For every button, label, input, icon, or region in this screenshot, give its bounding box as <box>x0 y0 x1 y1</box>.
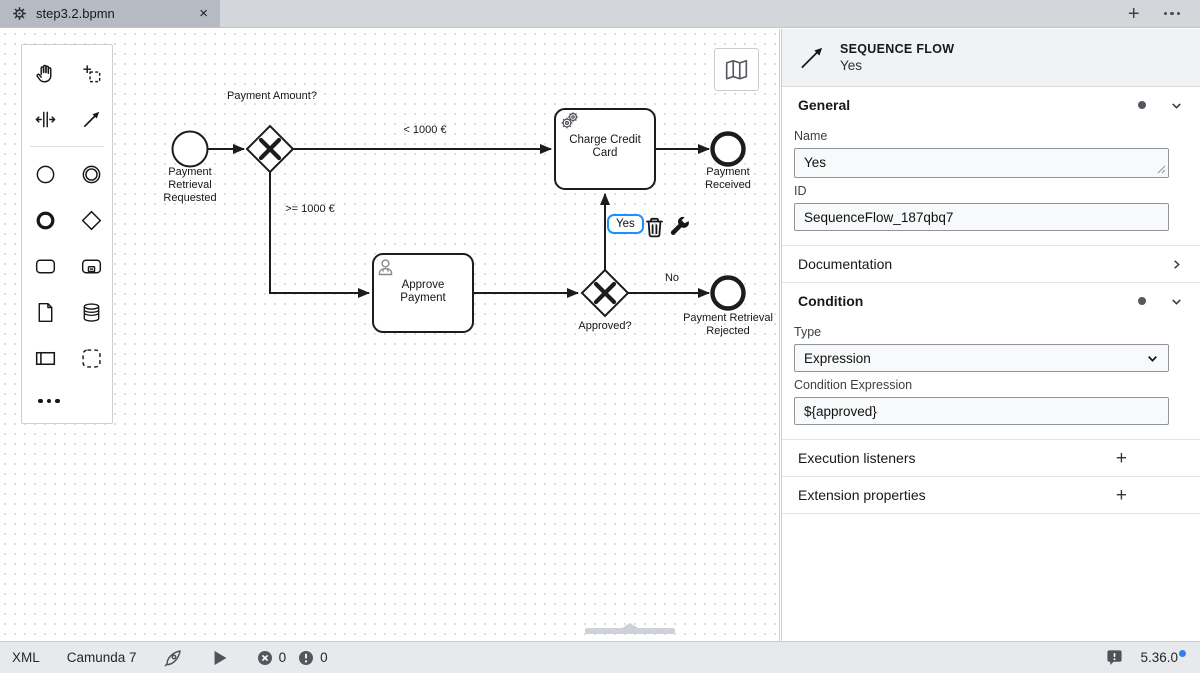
name-field-label: Name <box>794 129 1169 143</box>
section-condition-header[interactable]: Condition <box>782 283 1200 319</box>
tab-bar: step3.2.bpmn × + <box>0 0 1200 28</box>
new-tab-button[interactable]: + <box>1128 4 1140 24</box>
create-task-icon[interactable] <box>22 243 68 289</box>
flow-gte-1000[interactable] <box>270 172 369 293</box>
id-field-label: ID <box>794 184 1169 198</box>
end-event-payment-rejected-shape[interactable] <box>713 278 744 309</box>
properties-panel: SEQUENCE FLOW Yes General Name Yes ID <box>781 29 1200 641</box>
section-condition-title: Condition <box>798 293 863 309</box>
flow-gte-1000-label[interactable]: >= 1000 € <box>267 203 353 216</box>
section-condition: Condition Type Expression Condition Expr… <box>782 283 1200 440</box>
start-event-label[interactable]: Payment Retrieval Requested <box>160 166 220 205</box>
hand-tool-icon[interactable] <box>22 50 68 96</box>
tab-title: step3.2.bpmn <box>36 6 115 21</box>
create-data-object-icon[interactable] <box>22 289 68 335</box>
bpmn-canvas[interactable]: Payment Retrieval Requested Payment Amou… <box>0 29 780 641</box>
sequence-flow-icon <box>798 44 825 71</box>
section-extension-properties-header[interactable]: Extension properties + <box>782 477 1200 513</box>
delete-trash-icon[interactable] <box>645 217 664 238</box>
condition-type-label: Type <box>794 325 1169 339</box>
create-intermediate-event-icon[interactable] <box>68 151 114 197</box>
section-general-header[interactable]: General <box>782 87 1200 123</box>
create-group-icon[interactable] <box>68 335 114 381</box>
flow-no-label[interactable]: No <box>652 272 692 285</box>
map-icon <box>723 58 750 82</box>
chevron-right-icon[interactable] <box>1169 257 1184 272</box>
section-documentation: Documentation <box>782 246 1200 283</box>
toggle-xml-button[interactable]: XML <box>12 650 40 665</box>
section-execution-listeners-header[interactable]: Execution listeners + <box>782 440 1200 476</box>
element-type-heading: SEQUENCE FLOW <box>840 42 954 56</box>
task-approve-payment-label[interactable]: Approve Payment <box>388 279 458 305</box>
start-instance-play-icon[interactable] <box>214 651 227 665</box>
palette-separator <box>30 146 104 147</box>
resize-handle-icon[interactable] <box>1157 165 1166 174</box>
problems-badges[interactable]: 0 0 <box>257 650 328 666</box>
condition-expression-label: Condition Expression <box>794 378 1169 392</box>
condition-edited-dot <box>1138 297 1146 305</box>
deploy-rocket-icon[interactable] <box>163 648 183 668</box>
element-palette <box>21 44 113 424</box>
bpmn-diagram <box>0 29 780 641</box>
global-connect-tool-icon[interactable] <box>68 96 114 142</box>
create-participant-icon[interactable] <box>22 335 68 381</box>
end-event-payment-received-shape[interactable] <box>713 134 744 165</box>
start-event-shape[interactable] <box>173 132 208 167</box>
create-start-event-icon[interactable] <box>22 151 68 197</box>
tab-overflow-menu-icon[interactable] <box>1164 12 1181 16</box>
condition-expression-field[interactable] <box>794 397 1169 425</box>
errors-count: 0 <box>279 650 287 665</box>
end-payment-received-label[interactable]: Payment Received <box>696 166 760 192</box>
section-extension-properties: Extension properties + <box>782 477 1200 514</box>
palette-more-icon[interactable] <box>22 381 112 421</box>
chevron-down-icon[interactable] <box>1169 98 1184 113</box>
update-available-dot <box>1179 650 1186 657</box>
minimap-toggle-button[interactable] <box>714 48 759 91</box>
version-number: 5.36.0 <box>1140 650 1178 665</box>
section-extension-properties-title: Extension properties <box>798 487 926 503</box>
bpmn-file-gear-icon <box>12 6 27 21</box>
create-subprocess-icon[interactable] <box>68 243 114 289</box>
space-tool-icon[interactable] <box>22 96 68 142</box>
gateway-approved-label[interactable]: Approved? <box>565 320 645 333</box>
create-gateway-icon[interactable] <box>68 197 114 243</box>
properties-panel-header: SEQUENCE FLOW Yes <box>782 29 1200 87</box>
chevron-down-icon[interactable] <box>1169 294 1184 309</box>
version-label[interactable]: 5.36.0 <box>1140 650 1186 665</box>
condition-type-select[interactable]: Expression <box>794 344 1169 372</box>
engine-profile-button[interactable]: Camunda 7 <box>67 650 137 665</box>
section-execution-listeners-title: Execution listeners <box>798 450 916 466</box>
id-field[interactable] <box>794 203 1169 231</box>
add-execution-listener-button[interactable]: + <box>1116 449 1127 468</box>
status-bar: XML Camunda 7 0 0 5.36.0 <box>0 641 1200 673</box>
create-data-store-icon[interactable] <box>68 289 114 335</box>
section-documentation-header[interactable]: Documentation <box>782 246 1200 282</box>
create-end-event-icon[interactable] <box>22 197 68 243</box>
section-general-title: General <box>798 97 850 113</box>
tab-step3-2-bpmn[interactable]: step3.2.bpmn × <box>0 0 220 27</box>
general-edited-dot <box>1138 101 1146 109</box>
name-field[interactable]: Yes <box>794 148 1169 178</box>
section-execution-listeners: Execution listeners + <box>782 440 1200 477</box>
section-documentation-title: Documentation <box>798 256 892 272</box>
warnings-count: 0 <box>320 650 328 665</box>
tab-bar-actions: + <box>1128 0 1200 27</box>
end-payment-rejected-label[interactable]: Payment Retrieval Rejected <box>678 312 778 338</box>
task-charge-credit-card-label[interactable]: Charge Credit Card <box>566 134 644 160</box>
lasso-tool-icon[interactable] <box>68 50 114 96</box>
tab-close-icon[interactable]: × <box>199 6 208 21</box>
gateway-payment-amount-label[interactable]: Payment Amount? <box>212 90 332 103</box>
section-general: General Name Yes ID <box>782 87 1200 246</box>
add-extension-property-button[interactable]: + <box>1116 486 1127 505</box>
feedback-icon[interactable] <box>1106 649 1123 666</box>
change-element-wrench-icon[interactable] <box>667 215 691 239</box>
errors-icon <box>257 650 273 666</box>
bottom-panel-handle[interactable] <box>585 628 675 634</box>
element-name-heading: Yes <box>840 58 954 73</box>
flow-lt-1000-label[interactable]: < 1000 € <box>375 124 475 137</box>
warnings-icon <box>298 650 314 666</box>
flow-yes-label-selected[interactable]: Yes <box>607 214 644 234</box>
